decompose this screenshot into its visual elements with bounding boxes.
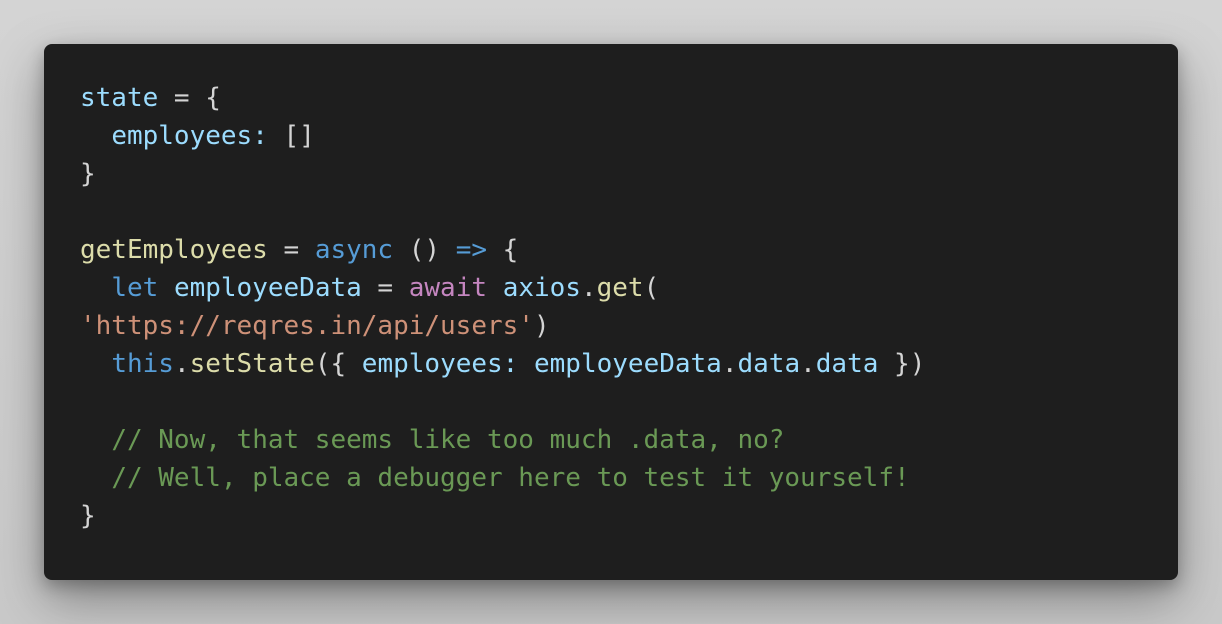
token-employeeData: employeeData (534, 349, 722, 379)
code-line-6: let employeeData = await axios.get( (80, 269, 925, 307)
token-await: await (408, 273, 488, 303)
token-punct: { (487, 235, 519, 265)
token-punct: } (80, 159, 96, 189)
token-punct: . (721, 349, 738, 379)
code-line-8: this.setState({ employees: employeeData.… (80, 345, 925, 383)
token-comment: // Now, that seems like too much .data, … (111, 425, 785, 455)
code-block: state = { employees: []} getEmployees = a… (80, 79, 925, 535)
code-line-1: state = { (80, 79, 925, 117)
token-employees-key: employees: (361, 349, 519, 379)
token-punct (518, 349, 534, 379)
token-punct (487, 273, 503, 303)
code-line-9-blank (80, 383, 925, 421)
code-snippet-window: state = { employees: []} getEmployees = a… (44, 44, 1178, 580)
code-line-7: 'https://reqres.in/api/users') (80, 307, 925, 345)
token-async: async (314, 235, 394, 265)
token-punct: } (80, 501, 96, 531)
token-punct: . (580, 273, 597, 303)
token-this: this (111, 349, 174, 379)
token-punct: . (173, 349, 190, 379)
token-axios: axios (502, 273, 581, 303)
code-line-10: // Now, that seems like too much .data, … (80, 421, 925, 459)
token-employeeData: employeeData (173, 273, 362, 303)
token-punct: ( (643, 273, 660, 303)
token-punct: ({ (314, 349, 362, 379)
token-get: get (596, 273, 644, 303)
token-punct (158, 273, 174, 303)
token-employees-key: employees: (111, 121, 268, 151)
code-line-11: // Well, place a debugger here to test i… (80, 459, 925, 497)
token-punct: = { (158, 83, 221, 113)
token-punct: [] (267, 121, 315, 151)
code-line-4-blank (80, 193, 925, 231)
token-fn-name: getEmployees (80, 235, 268, 265)
token-comment: // Well, place a debugger here to test i… (111, 463, 910, 493)
token-punct: () (393, 235, 456, 265)
token-punct: = (267, 235, 315, 265)
token-punct: ) (533, 311, 550, 341)
code-line-2: employees: [] (80, 117, 925, 155)
code-line-5: getEmployees = async () => { (80, 231, 925, 269)
token-punct: = (361, 273, 409, 303)
token-let: let (111, 273, 159, 303)
token-setState: setState (189, 349, 315, 379)
token-punct: }) (878, 349, 926, 379)
token-state: state (80, 83, 159, 113)
token-data: data (737, 349, 801, 379)
code-line-3: } (80, 155, 925, 193)
token-punct: . (800, 349, 816, 379)
code-line-12: } (80, 497, 925, 535)
token-url-string: 'https://reqres.in/api/users' (80, 311, 534, 341)
token-arrow: => (455, 235, 488, 265)
token-data: data (815, 349, 879, 379)
